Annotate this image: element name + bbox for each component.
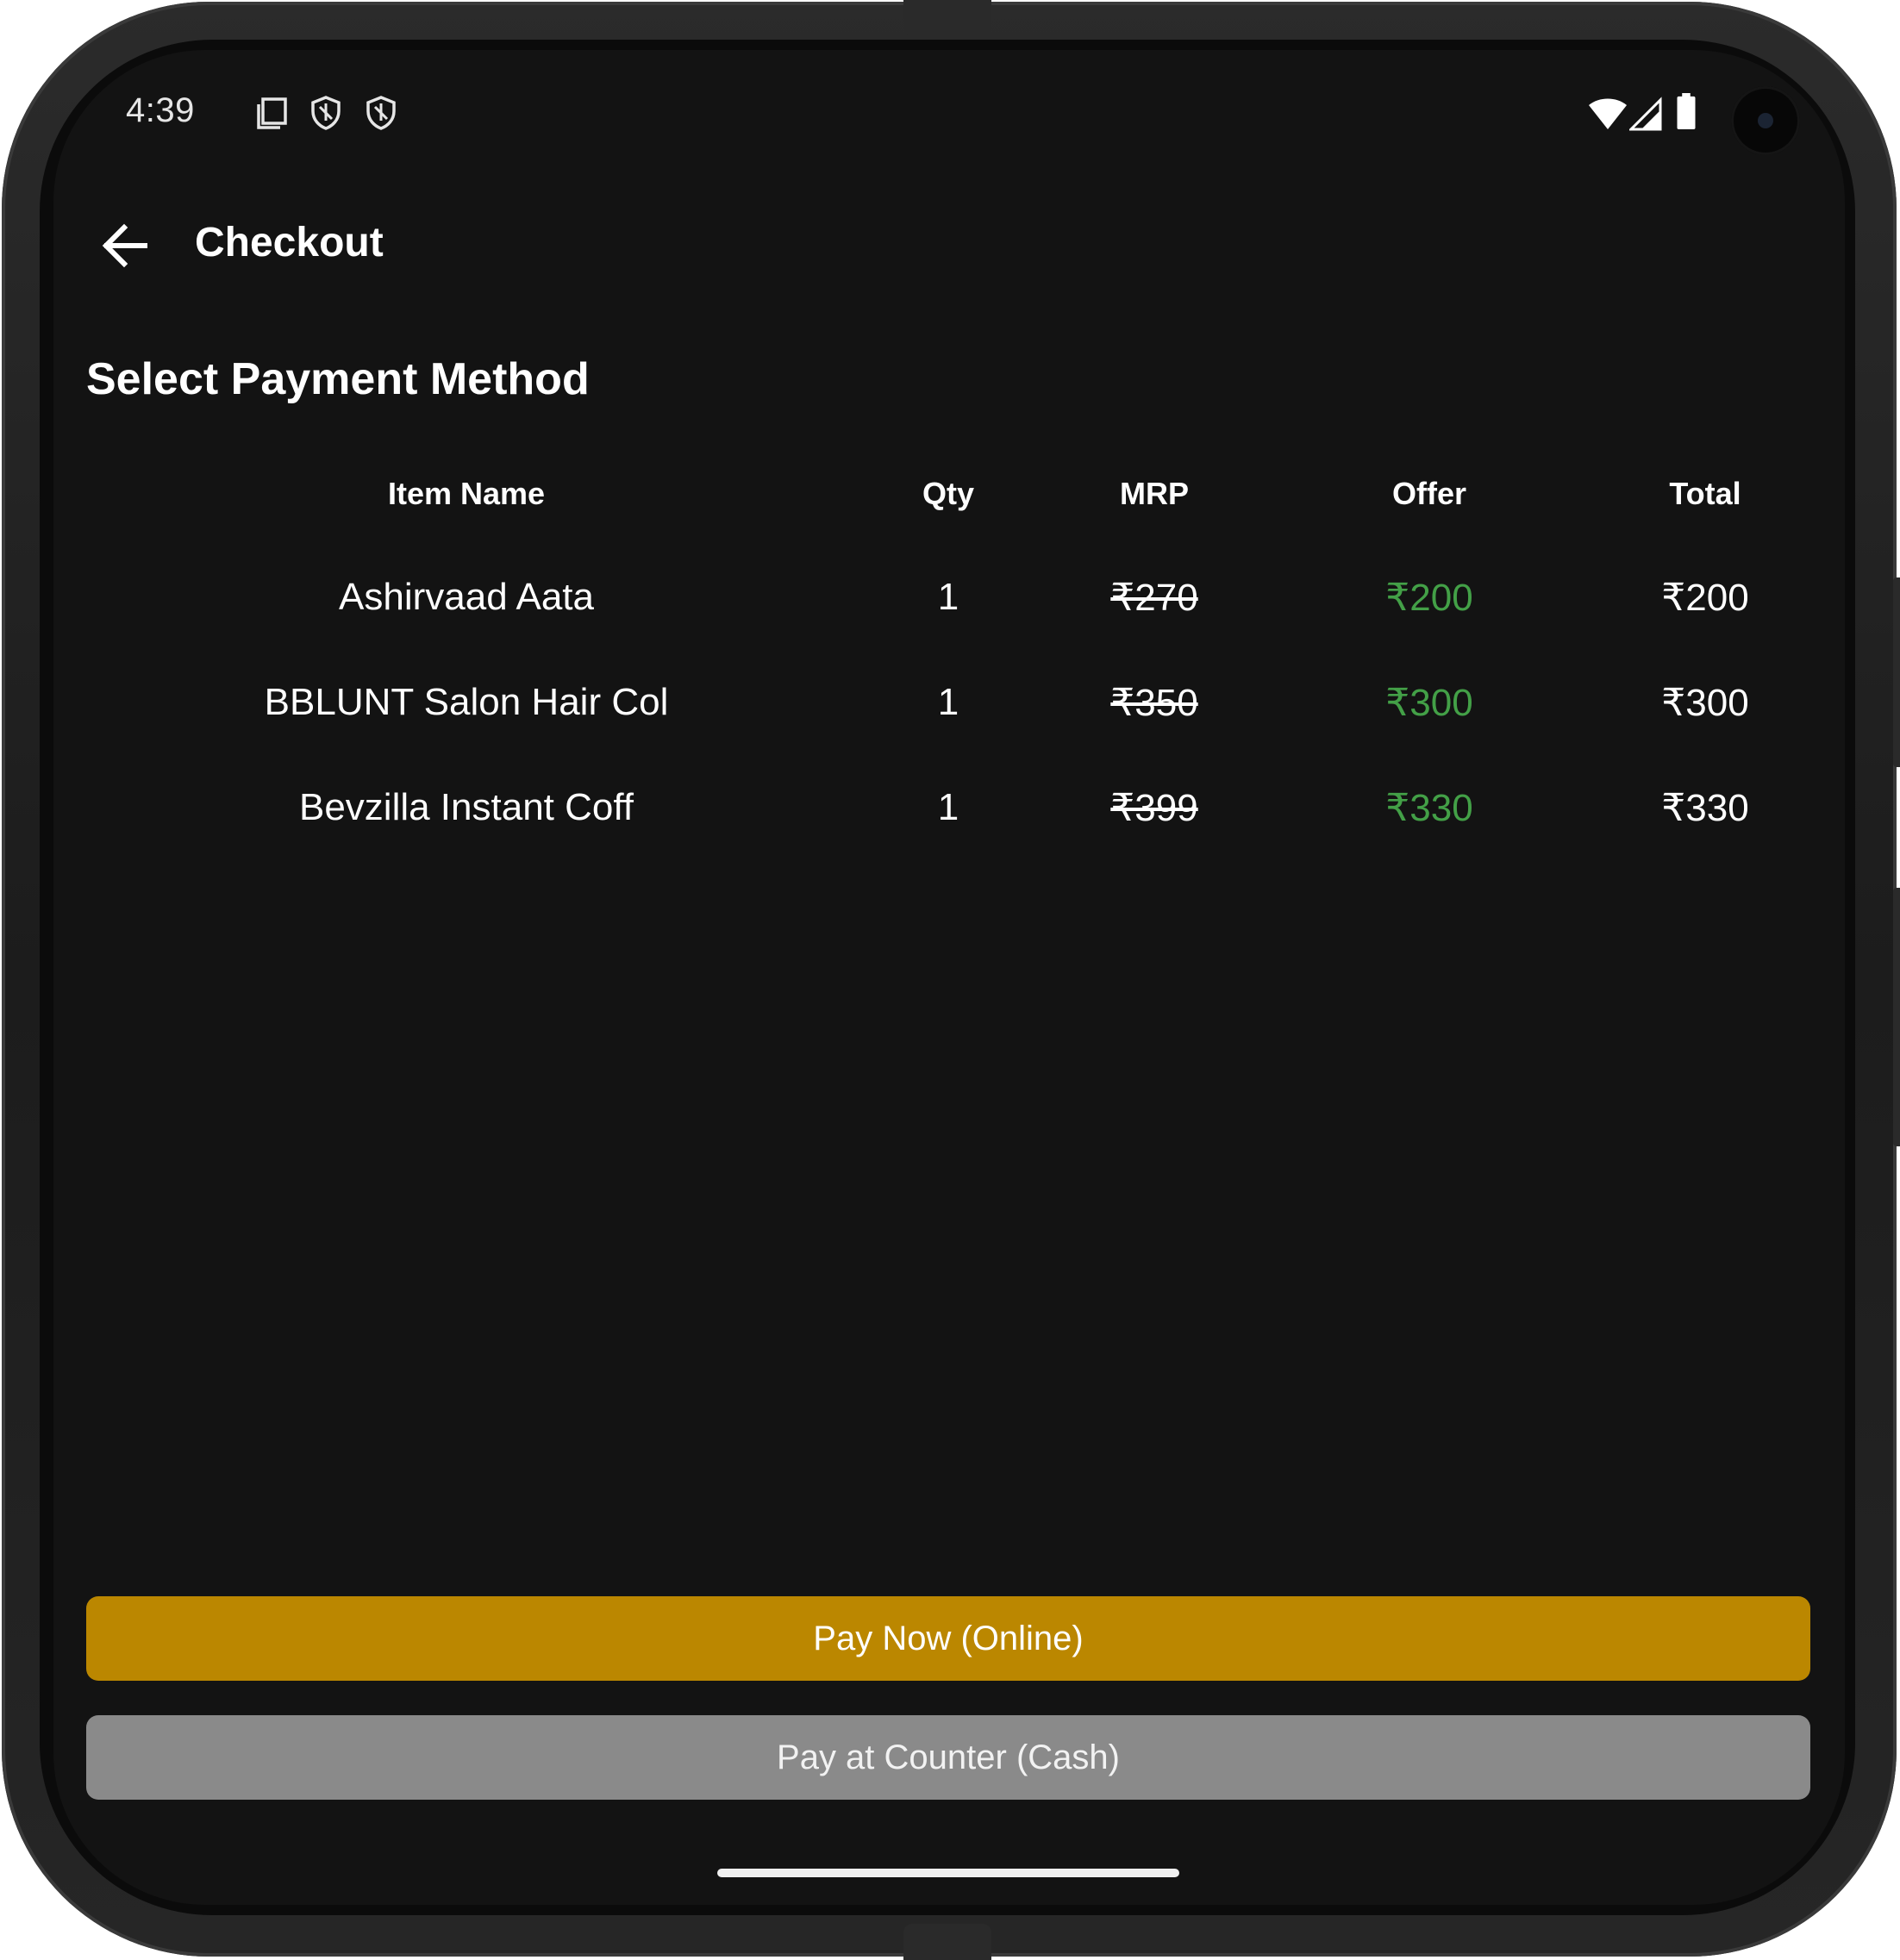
header-qty: Qty: [922, 476, 975, 511]
shield-icon: [311, 96, 341, 130]
row-qty: 1: [937, 681, 959, 723]
row-offer: ₹330: [1385, 787, 1473, 829]
camera-lens: [1758, 113, 1773, 128]
header-mrp: MRP: [1120, 476, 1189, 511]
pay-at-counter-cash-button[interactable]: Pay at Counter (Cash): [86, 1715, 1810, 1800]
row-qty: 1: [937, 576, 959, 618]
row-mrp: ₹270: [1110, 577, 1198, 619]
row-total: ₹300: [1661, 682, 1749, 724]
section-title: Select Payment Method: [86, 354, 590, 404]
page-title: Checkout: [195, 220, 384, 265]
screenshot-icon: [257, 97, 287, 129]
arrow-back-icon[interactable]: [95, 215, 155, 276]
header-offer: Offer: [1391, 476, 1467, 511]
row-total: ₹200: [1661, 577, 1749, 619]
row-item-name: BBLUNT Salon Hair Col: [264, 681, 669, 723]
front-camera: [1731, 86, 1800, 155]
gesture-navigation-bar[interactable]: [717, 1869, 1179, 1877]
pay-now-online-button[interactable]: Pay Now (Online): [86, 1596, 1810, 1681]
signal-icon: [1629, 97, 1662, 131]
row-offer: ₹300: [1385, 682, 1473, 724]
status-time: 4:39: [126, 91, 195, 129]
wifi-icon: [1589, 98, 1627, 129]
row-mrp: ₹350: [1110, 682, 1198, 724]
row-item-name: Ashirvaad Aata: [339, 576, 594, 618]
volume-button: [1893, 888, 1900, 1146]
header-item-name: Item Name: [387, 476, 546, 511]
row-total: ₹330: [1661, 787, 1749, 829]
hinge-top: [903, 0, 991, 36]
shield-icon: [366, 96, 396, 130]
header-total: Total: [1669, 476, 1741, 511]
battery-icon: [1677, 93, 1696, 129]
power-button: [1893, 577, 1900, 767]
row-mrp: ₹399: [1110, 787, 1198, 829]
row-offer: ₹200: [1385, 577, 1473, 619]
row-qty: 1: [937, 786, 959, 828]
hinge-bottom: [903, 1924, 991, 1960]
row-item-name: Bevzilla Instant Coff: [298, 786, 634, 828]
